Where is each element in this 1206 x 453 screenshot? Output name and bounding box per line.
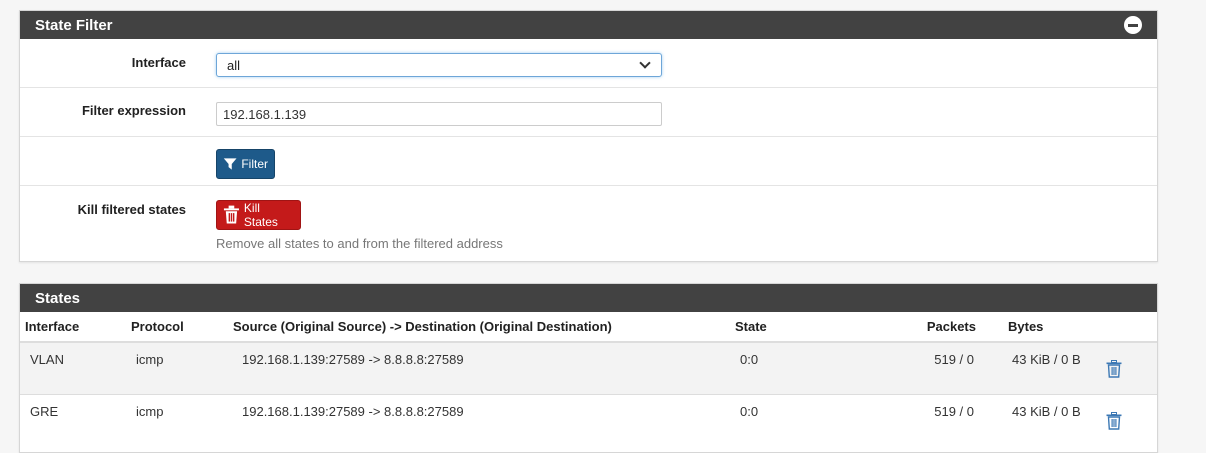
trash-icon[interactable] [1106,360,1122,378]
expression-row: Filter expression 192.168.1.139 [20,88,1157,137]
cell-state: 0:0 [730,393,872,446]
trash-icon [223,205,239,224]
states-panel: States Interface Protocol Source (Origin… [19,283,1158,453]
cell-actions [1096,341,1157,394]
table-row: GRE icmp 192.168.1.139:27589 -> 8.8.8.8:… [20,393,1157,446]
states-table: Interface Protocol Source (Original Sour… [20,312,1157,446]
filter-expression-input[interactable]: 192.168.1.139 [216,102,662,126]
interface-select[interactable]: all [216,53,662,77]
state-filter-panel: State Filter Interface all Filter expres… [19,10,1158,262]
cell-interface: GRE [20,393,126,446]
chevron-down-icon [639,57,651,69]
cell-actions [1096,393,1157,446]
column-header[interactable]: Interface [20,312,126,343]
panel-title: State Filter [35,16,113,34]
cell-route: 192.168.1.139:27589 -> 8.8.8.8:27589 [228,393,730,446]
cell-protocol: icmp [126,341,228,394]
column-header[interactable]: State [730,312,872,343]
table-header: Interface Protocol Source (Original Sour… [20,312,1157,343]
column-header[interactable]: Source (Original Source) -> Destination … [228,312,730,343]
column-header-actions [1096,312,1157,343]
interface-label: Interface [131,55,186,70]
interface-row: Interface all [20,39,1157,88]
cell-bytes: 43 KiB / 0 B [996,341,1096,394]
kill-row: Kill filtered states Kill States Remove … [20,186,1157,262]
filter-button-row: Filter [20,137,1157,186]
panel-heading: State Filter [20,11,1157,39]
expression-label: Filter expression [81,103,186,118]
cell-state: 0:0 [730,341,872,394]
cell-packets: 519 / 0 [872,341,996,394]
cell-route: 192.168.1.139:27589 -> 8.8.8.8:27589 [228,341,730,394]
collapse-icon[interactable] [1124,16,1142,34]
cell-packets: 519 / 0 [872,393,996,446]
filter-button[interactable]: Filter [216,149,275,179]
kill-label: Kill filtered states [77,202,186,217]
filter-button-label: Filter [241,157,268,171]
filter-icon [223,158,237,170]
panel-heading: States [20,284,1157,312]
kill-states-button[interactable]: Kill States [216,200,301,230]
panel-title: States [35,289,81,307]
interface-select-value: all [227,57,241,73]
cell-interface: VLAN [20,341,126,394]
kill-states-label: Kill States [243,201,278,229]
trash-icon[interactable] [1106,411,1122,430]
column-header[interactable]: Protocol [126,312,228,343]
column-header[interactable]: Packets [872,312,996,343]
table-row: VLAN icmp 192.168.1.139:27589 -> 8.8.8.8… [20,341,1157,394]
column-header[interactable]: Bytes [996,312,1096,343]
kill-help-text: Remove all states to and from the filter… [216,236,503,251]
cell-protocol: icmp [126,393,228,446]
cell-bytes: 43 KiB / 0 B [996,393,1096,446]
